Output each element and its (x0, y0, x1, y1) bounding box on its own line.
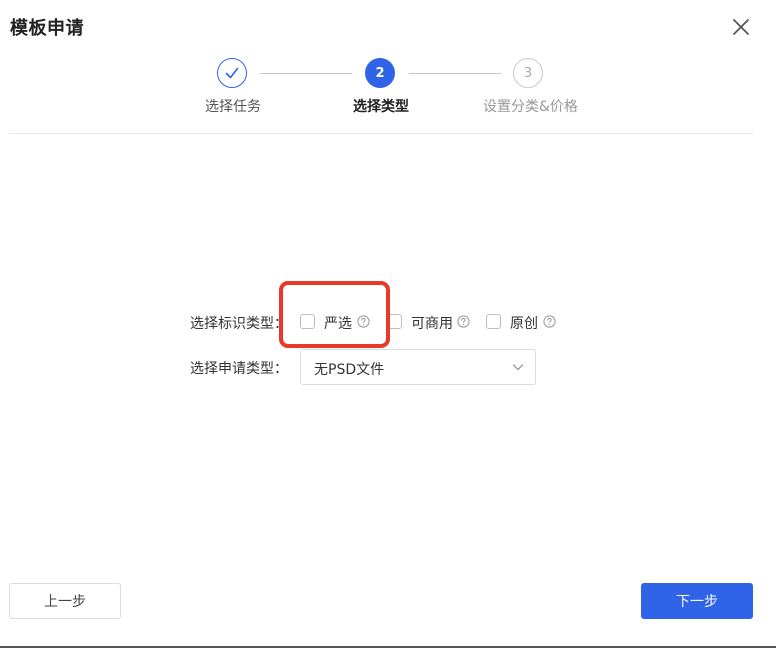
step-1-label: 选择任务 (205, 99, 261, 115)
step-1-circle (217, 58, 247, 88)
previous-step-button[interactable]: 上一步 (9, 583, 121, 619)
mark-type-label: 选择标识类型： (190, 316, 288, 332)
step-connector-1 (260, 73, 352, 74)
close-button[interactable] (728, 14, 754, 40)
checkbox-original[interactable] (486, 314, 501, 329)
apply-type-label: 选择申请类型： (190, 361, 288, 377)
close-icon (733, 19, 749, 35)
apply-type-selected-value: 无PSD文件 (314, 362, 385, 378)
step-connector-2 (409, 73, 501, 74)
checkmark-icon (225, 67, 239, 79)
step-3-label: 设置分类&价格 (483, 99, 578, 115)
option-label-commercial-use[interactable]: 可商用 (411, 313, 453, 333)
step-2-circle: 2 (365, 58, 395, 88)
question-circle-icon[interactable] (457, 315, 470, 328)
apply-type-select[interactable]: 无PSD文件 (300, 349, 536, 385)
template-apply-dialog: 模板申请 2 3 选择任务 选择类型 设置分类&价格 选择标识类型： 严选 可商… (0, 0, 776, 648)
next-step-button[interactable]: 下一步 (641, 583, 753, 619)
chevron-down-icon (512, 364, 524, 371)
highlight-annotation-box (279, 281, 390, 348)
step-2-label: 选择类型 (353, 99, 409, 115)
header-divider (9, 133, 753, 134)
question-circle-icon[interactable] (543, 315, 556, 328)
option-label-original[interactable]: 原创 (510, 313, 538, 333)
step-3-circle: 3 (513, 58, 543, 88)
dialog-title: 模板申请 (10, 18, 84, 39)
